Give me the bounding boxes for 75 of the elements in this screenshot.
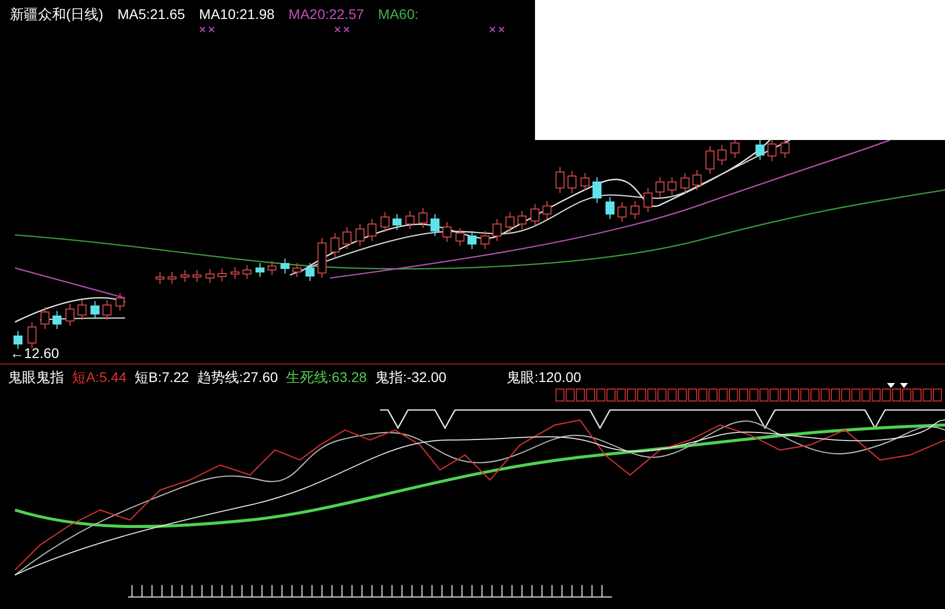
candlestick (580, 172, 590, 192)
candlestick (592, 176, 602, 204)
candlestick (102, 300, 112, 320)
candlestick (706, 146, 714, 174)
candlestick (90, 300, 100, 320)
candlestick (78, 300, 86, 320)
chart-title: 新疆众和(日线) (10, 6, 104, 22)
candlestick (506, 212, 514, 232)
candlestick (692, 170, 702, 190)
candlestick (392, 214, 402, 230)
candlestick (242, 264, 252, 280)
candlestick (418, 208, 428, 228)
candlestick (292, 262, 302, 278)
candlestick (14, 330, 22, 350)
candlestick (530, 204, 540, 226)
price-label: ←12.60 (10, 345, 60, 361)
candlestick (468, 230, 476, 250)
candlestick (768, 138, 776, 162)
indicator-reading: 趋势线:27.60 (196, 369, 278, 385)
candlestick (644, 188, 652, 212)
candlestick (480, 230, 490, 250)
candlestick (268, 260, 276, 276)
candlestick (618, 202, 626, 222)
candlestick (406, 210, 414, 230)
indicator-reading: 生死线:63.28 (286, 369, 367, 385)
indicator-reading: 鬼指:-32.00 (374, 369, 446, 385)
candlestick (52, 310, 62, 330)
candlestick (780, 138, 790, 158)
candlestick (668, 176, 676, 196)
candlestick (442, 222, 452, 242)
candlestick (756, 140, 764, 160)
candlestick (606, 196, 614, 220)
candlestick (306, 262, 314, 282)
indicator-reading: 短A:5.44 (72, 369, 126, 385)
candlestick (40, 306, 50, 330)
cross-mark-icon (490, 26, 504, 32)
candlestick (730, 138, 740, 158)
candlestick (718, 144, 726, 166)
ma-reading: MA5:21.65 (117, 6, 186, 22)
candlestick (492, 218, 502, 242)
candlestick (680, 172, 690, 194)
candlestick (456, 228, 464, 246)
candlestick (28, 322, 36, 348)
candlestick (380, 212, 390, 232)
ma-reading: MA60: (378, 6, 419, 22)
indicator-title: 鬼眼鬼指 (8, 369, 64, 385)
ma-reading: MA10:21.98 (199, 6, 275, 22)
candlestick (518, 210, 526, 230)
candlestick (256, 262, 264, 278)
candlestick (218, 268, 226, 282)
candlestick (180, 270, 190, 282)
indicator-reading: 短B:7.22 (134, 369, 189, 385)
candlestick (356, 224, 364, 246)
candlestick (168, 272, 176, 284)
candlestick (430, 214, 440, 236)
candlestick (656, 176, 664, 198)
cross-mark-icon (334, 26, 350, 32)
candlestick (66, 304, 74, 326)
cross-mark-icon (200, 26, 214, 32)
candlestick (156, 272, 164, 284)
indicator-reading: 鬼眼:120.00 (506, 369, 582, 385)
candlestick (116, 292, 124, 312)
candlestick (230, 266, 240, 280)
candlestick (192, 270, 202, 282)
candlestick (280, 258, 290, 274)
candlestick (318, 238, 326, 278)
candlestick (556, 166, 564, 194)
candlestick (206, 268, 214, 284)
candlestick (630, 200, 640, 220)
candlestick (542, 200, 552, 220)
candlestick (342, 226, 352, 250)
ma-reading: MA20:22.57 (288, 6, 364, 22)
candlestick (568, 170, 576, 194)
candlestick (368, 218, 376, 242)
candlestick (330, 232, 340, 258)
